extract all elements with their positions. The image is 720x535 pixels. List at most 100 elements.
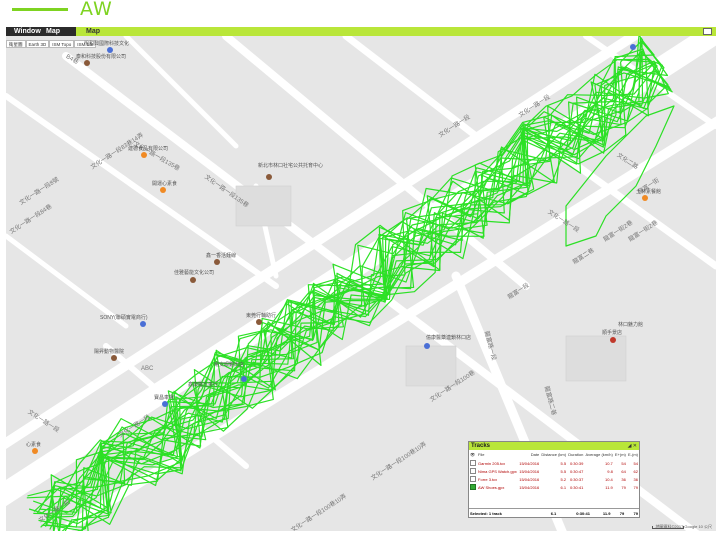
poi-marker-icon[interactable] xyxy=(190,277,196,283)
map-type-ism-topo[interactable]: ISM Topo xyxy=(49,40,75,48)
poi-marker-icon[interactable] xyxy=(140,321,146,327)
track-average: 10.4 xyxy=(605,476,613,482)
map-panel-label: Map xyxy=(86,28,100,35)
poi-label: 億康醫藥連鎖林口店 xyxy=(426,335,472,341)
track-duration: 0:30:41 xyxy=(569,484,584,490)
poi-marker-icon[interactable] xyxy=(214,259,220,265)
track-average: 9.8 xyxy=(607,468,613,474)
poi-marker-icon[interactable] xyxy=(610,337,616,343)
poi-marker-icon[interactable] xyxy=(84,60,90,66)
track-date: 15/04/2016 xyxy=(519,476,540,482)
track-date: 15/04/2016 xyxy=(519,460,540,466)
poi-label: 鑫康鐵五金行 xyxy=(188,382,219,388)
col-file[interactable]: File xyxy=(477,450,518,459)
poi-label: 開運心素食 xyxy=(152,181,178,187)
building-block xyxy=(565,335,627,382)
menubar: Window Map Map xyxy=(6,27,716,36)
window-close-icon[interactable] xyxy=(703,28,712,35)
col-average[interactable]: Average (km/h) xyxy=(584,450,613,459)
road-cross-e xyxy=(123,36,239,149)
track-checkbox[interactable] xyxy=(470,475,477,482)
poi-label: 曙安眼鏡出店 xyxy=(214,362,245,368)
tracks-panel-controls[interactable]: ◢ ✕ xyxy=(628,443,637,449)
footer-duration: 0:30:41 xyxy=(576,510,590,516)
poi-label: 鑫一香活麵線 xyxy=(206,253,237,259)
track-eplus: 36 xyxy=(621,476,626,482)
track-distance: 6.1 xyxy=(560,484,567,490)
track-file: AW Shoes.gpx xyxy=(478,484,505,490)
map-type-selector[interactable]: 衛星圖 Earth 3D ISM Topo ISM Sat xyxy=(6,40,97,48)
track-checkbox[interactable] xyxy=(470,467,477,474)
col-date[interactable]: Date xyxy=(518,450,540,459)
map-type-satellite[interactable]: 衛星圖 xyxy=(6,40,26,48)
poi-label: 寶昌車場 xyxy=(154,395,175,401)
col-eplus[interactable]: E+(m) xyxy=(614,450,627,459)
poi-label: 悅和興國際科技文化 xyxy=(84,41,130,47)
poi-marker-icon[interactable] xyxy=(241,376,247,382)
track-distance: 5.5 xyxy=(560,468,567,474)
track-eminus: 54 xyxy=(633,460,638,466)
table-row[interactable]: Nima GPS Watch.gpx 15/04/2016 5.5 0:30:4… xyxy=(469,467,639,475)
col-duration[interactable]: Duration xyxy=(567,450,584,459)
poi-label: 土林素餐館 xyxy=(636,189,662,195)
track-checkbox-checked[interactable] xyxy=(470,483,477,490)
poi-label: 新北市林口社宅公共托育中心 xyxy=(258,163,324,169)
track-eplus: 64 xyxy=(621,468,626,474)
footer-eplus: 79 xyxy=(619,510,625,516)
poi-label: 陽昇動物醫院 xyxy=(94,349,125,355)
app-title: AW xyxy=(80,0,113,20)
track-average: 11.9 xyxy=(605,484,613,490)
poi-label: 建德食品有限公司 xyxy=(128,146,169,152)
track-checkbox[interactable] xyxy=(470,459,477,466)
table-row[interactable]: AW Shoes.gpx 15/04/2016 6.1 0:30:41 11.9… xyxy=(469,483,639,491)
track-date: 15/04/2016 xyxy=(519,484,540,490)
track-date: 15/04/2016 xyxy=(519,468,540,474)
col-visibility-icon[interactable]: 👁 xyxy=(469,450,477,459)
col-eminus[interactable]: E-(m) xyxy=(627,450,639,459)
poi-marker-icon[interactable] xyxy=(642,195,648,201)
poi-marker-icon[interactable] xyxy=(141,152,147,158)
poi-marker-icon[interactable] xyxy=(266,174,272,180)
tracks-panel-header[interactable]: Tracks ◢ ✕ xyxy=(469,442,639,450)
poi-marker-icon[interactable] xyxy=(424,343,430,349)
map-scale-bar xyxy=(652,526,684,529)
poi-marker-icon[interactable] xyxy=(32,448,38,454)
tracks-panel[interactable]: Tracks ◢ ✕ 👁 File Date Distance (km) Dur… xyxy=(468,441,640,518)
menu-map[interactable]: Map xyxy=(46,27,76,36)
track-eminus: 79 xyxy=(633,484,638,490)
building-block xyxy=(405,345,457,387)
poi-marker-icon[interactable] xyxy=(162,401,168,407)
track-eplus: 79 xyxy=(621,484,626,490)
track-average: 10.7 xyxy=(605,460,613,466)
track-distance: 5.5 xyxy=(560,460,567,466)
poi-marker-icon[interactable] xyxy=(160,187,166,193)
track-duration: 0:30:39 xyxy=(569,460,584,466)
tracks-footer: Selected: 1 track 6.1 0:30:41 11.9 79 79 xyxy=(469,508,639,517)
footer-eminus: 79 xyxy=(633,510,638,516)
poi-label: 順手景店 xyxy=(602,330,623,336)
poi-label: 東莞行輔助行 xyxy=(246,313,277,319)
road-cross-h xyxy=(6,233,129,329)
table-row[interactable]: Garmin 205.tcx 15/04/2016 5.5 0:30:39 10… xyxy=(469,459,639,467)
track-eminus: 62 xyxy=(633,468,638,474)
poi-label: 心素食 xyxy=(26,442,42,448)
track-duration: 0:30:37 xyxy=(569,476,584,482)
transit-station-icon[interactable] xyxy=(630,44,636,50)
selected-count: Selected: 1 track xyxy=(470,510,502,516)
footer-distance: 6.1 xyxy=(550,510,557,516)
track-eplus: 54 xyxy=(621,460,626,466)
track-file: Nima GPS Watch.gpx xyxy=(478,468,517,474)
poi-label: 林口魅力館 xyxy=(618,322,644,328)
poi-marker-icon[interactable] xyxy=(256,319,262,325)
track-file: Forre 3.tcx xyxy=(478,476,498,482)
col-distance[interactable]: Distance (km) xyxy=(540,450,567,459)
road-label: ABC xyxy=(141,366,154,372)
title-accent-line xyxy=(12,8,68,11)
footer-average: 11.9 xyxy=(602,510,611,516)
track-eminus: 36 xyxy=(633,476,638,482)
poi-marker-icon[interactable] xyxy=(111,355,117,361)
table-row[interactable]: Forre 3.tcx 15/04/2016 5.2 0:30:37 10.4 … xyxy=(469,475,639,483)
map-type-earth3d[interactable]: Earth 3D xyxy=(25,40,50,48)
poi-label: 佳雅藝能文化公司 xyxy=(174,270,215,276)
tracks-table: 👁 File Date Distance (km) Duration Avera… xyxy=(469,450,639,491)
